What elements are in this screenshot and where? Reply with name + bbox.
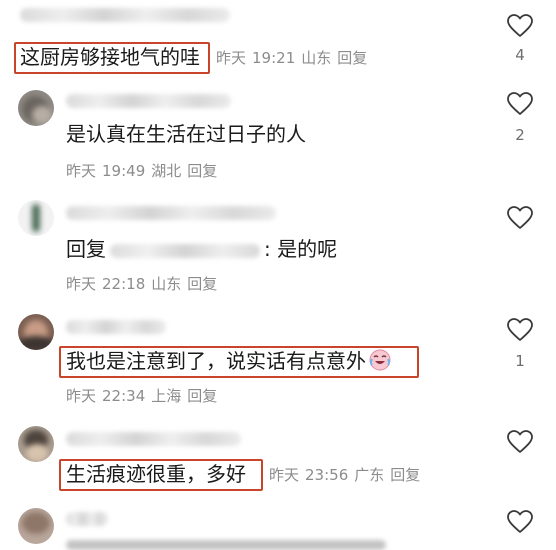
reply-text: : 是的呢	[264, 237, 338, 261]
reply-button[interactable]: 回复	[187, 275, 217, 293]
heart-icon[interactable]	[507, 510, 533, 534]
reply-button[interactable]: 回复	[337, 49, 367, 67]
comment-time: 22:34	[102, 387, 146, 405]
heart-icon[interactable]	[507, 318, 533, 342]
comment-time: 19:21	[252, 49, 296, 67]
highlight-box	[59, 346, 419, 378]
comment-meta: 昨天 22:34 上海 回复	[66, 386, 223, 406]
comment-meta: 昨天 23:56 广东 回复	[269, 465, 426, 485]
comment-meta: 昨天 22:18 山东 回复	[66, 274, 223, 294]
like-count: 4	[515, 46, 525, 64]
avatar[interactable]	[18, 90, 54, 126]
comment-date: 昨天	[66, 275, 97, 293]
comment-location: 山东	[301, 49, 332, 67]
comment-meta: 昨天 19:49 湖北 回复	[66, 161, 223, 181]
avatar[interactable]	[18, 200, 54, 236]
username-blurred	[66, 320, 166, 334]
comment-time: 23:56	[305, 466, 349, 484]
comment-text: 回复 : 是的呢	[66, 236, 337, 262]
comment-location: 山东	[151, 275, 182, 293]
highlight-box	[14, 42, 210, 74]
heart-icon[interactable]	[507, 206, 533, 230]
comment-time: 19:49	[102, 162, 146, 180]
reply-prefix: 回复	[66, 237, 106, 261]
reply-button[interactable]: 回复	[390, 466, 420, 484]
like-count: 1	[515, 352, 525, 370]
username-blurred	[20, 8, 230, 22]
reply-button[interactable]: 回复	[187, 387, 217, 405]
comment-date: 昨天	[269, 466, 300, 484]
heart-icon[interactable]	[507, 14, 533, 38]
comment-location: 湖北	[151, 162, 182, 180]
reply-button[interactable]: 回复	[187, 162, 217, 180]
avatar[interactable]	[18, 426, 54, 462]
avatar[interactable]	[18, 508, 54, 544]
comment-meta: 昨天 19:21 山东 回复	[216, 48, 373, 68]
username-blurred	[66, 512, 108, 526]
like-count: 2	[515, 126, 525, 144]
username-blurred	[66, 94, 231, 108]
comment-date: 昨天	[66, 387, 97, 405]
avatar[interactable]	[18, 314, 54, 350]
highlight-box	[59, 459, 263, 491]
comment-location: 上海	[151, 387, 182, 405]
username-blurred	[66, 206, 276, 220]
username-blurred	[66, 432, 241, 446]
heart-icon[interactable]	[507, 92, 533, 116]
heart-icon[interactable]	[507, 430, 533, 454]
comment-date: 昨天	[216, 49, 247, 67]
comment-location: 广东	[354, 466, 385, 484]
comment-text: 是认真在生活在过日子的人	[66, 122, 306, 146]
comment-text-blurred	[66, 540, 386, 550]
comment-time: 22:18	[102, 275, 146, 293]
comment-date: 昨天	[66, 162, 97, 180]
mentioned-user-blurred[interactable]	[110, 243, 260, 258]
